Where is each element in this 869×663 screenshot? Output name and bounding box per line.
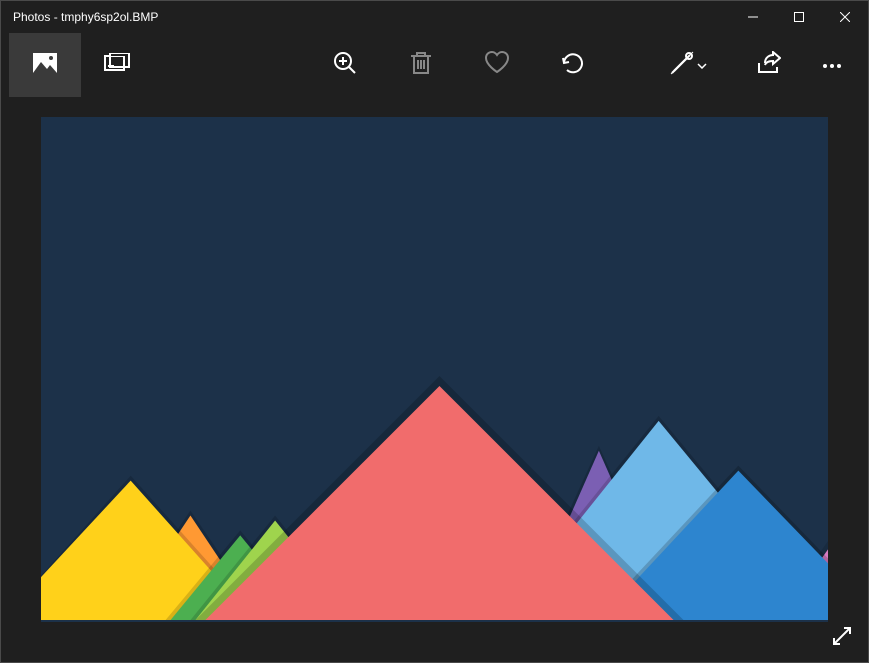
- fullscreen-button[interactable]: [826, 622, 858, 654]
- heart-icon: [484, 51, 510, 80]
- rotate-button[interactable]: [535, 33, 611, 97]
- delete-button[interactable]: [383, 33, 459, 97]
- rotate-icon: [560, 50, 586, 81]
- ellipsis-icon: [822, 56, 842, 74]
- share-button[interactable]: [732, 33, 804, 97]
- app-window: Photos - tmphy6sp2ol.BMP: [0, 0, 869, 663]
- image-content: [41, 117, 828, 620]
- window-controls: [730, 1, 868, 33]
- window-title: Photos - tmphy6sp2ol.BMP: [1, 10, 158, 24]
- share-icon: [755, 51, 781, 80]
- fullscreen-icon: [832, 626, 852, 651]
- compare-tab[interactable]: [81, 33, 153, 97]
- toolbar: [1, 33, 868, 97]
- chevron-down-icon: [697, 56, 707, 74]
- more-button[interactable]: [804, 33, 860, 97]
- favorite-button[interactable]: [459, 33, 535, 97]
- compare-icon: [104, 53, 130, 78]
- edit-create-button[interactable]: [644, 33, 732, 97]
- image-icon: [32, 52, 58, 79]
- image-viewport[interactable]: [1, 97, 868, 662]
- edit-icon: [669, 50, 695, 81]
- image-view-tab[interactable]: [9, 33, 81, 97]
- zoom-button[interactable]: [307, 33, 383, 97]
- trash-icon: [410, 51, 432, 80]
- close-button[interactable]: [822, 1, 868, 33]
- minimize-button[interactable]: [730, 1, 776, 33]
- titlebar: Photos - tmphy6sp2ol.BMP: [1, 1, 868, 33]
- zoom-in-icon: [333, 51, 357, 80]
- maximize-button[interactable]: [776, 1, 822, 33]
- displayed-image: [41, 117, 828, 622]
